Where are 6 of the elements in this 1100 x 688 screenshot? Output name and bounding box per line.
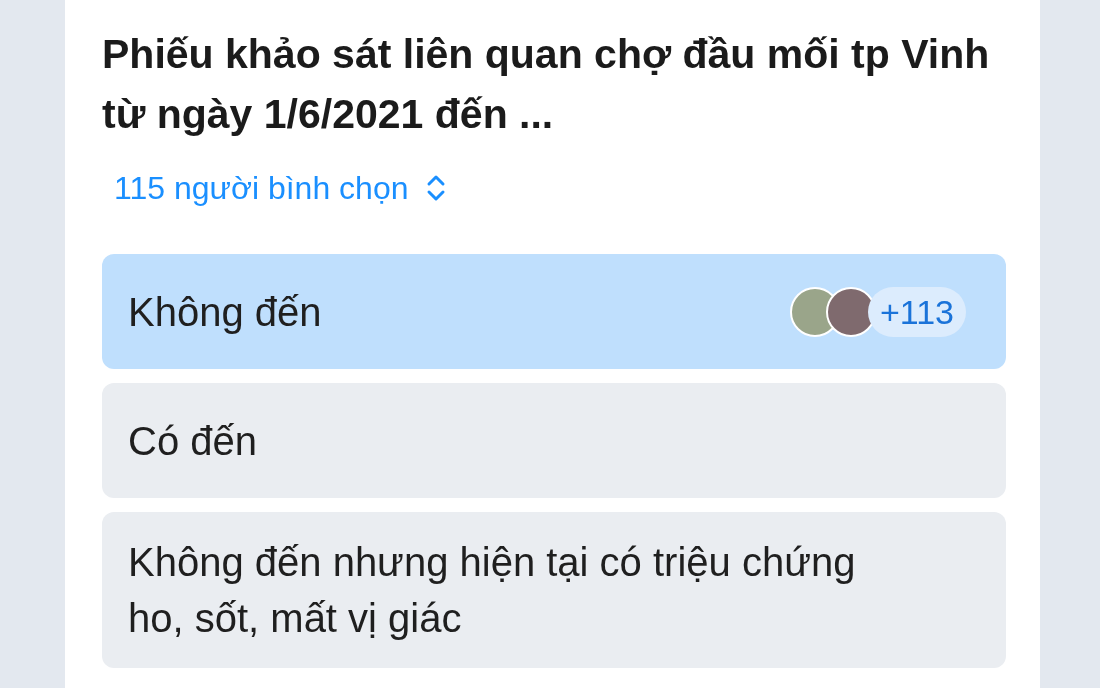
- poll-title: Phiếu khảo sát liên quan chợ đầu mối tp Vinh từ ngày 1/6/2021 đến ...: [102, 30, 991, 139]
- sort-chevron-icon: [426, 173, 447, 203]
- poll-option[interactable]: Không đến +113: [102, 254, 1006, 369]
- poll-option[interactable]: Có đến: [102, 383, 1006, 498]
- voter-count: +113: [867, 286, 966, 337]
- poll-option[interactable]: Không đến nhưng hiện tại có triệu chứng ho, sốt, mất vị giác: [102, 512, 1006, 668]
